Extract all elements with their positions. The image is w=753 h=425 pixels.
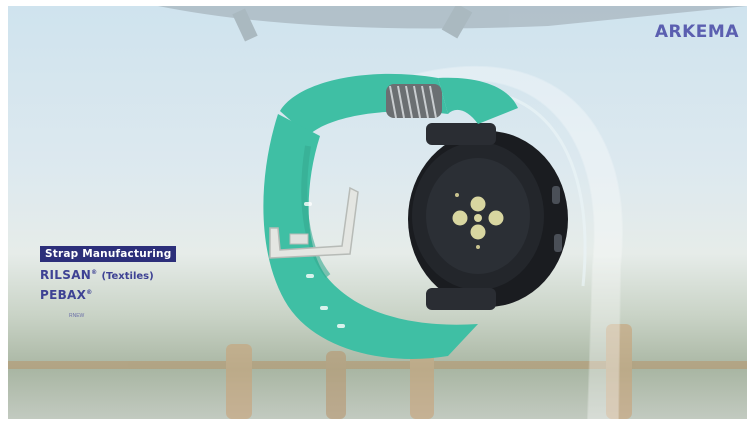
- pebax-logo: PEBAX®: [40, 288, 93, 302]
- product-scene: ARKEMA Strap Manufacturing RILSAN® (Text…: [8, 6, 747, 419]
- strap-manufacturing-tag: Strap Manufacturing: [40, 246, 177, 262]
- pebax-sub: RNEW: [69, 313, 85, 319]
- rilsan-note: (Textiles): [101, 271, 154, 282]
- scene-illustration: [8, 6, 747, 419]
- smartwatch: [408, 123, 568, 310]
- rilsan-line: RILSAN® (Textiles): [40, 268, 176, 282]
- video-frame: ARKEMA Strap Manufacturing RILSAN® (Text…: [0, 0, 753, 425]
- rilsan-logo: RILSAN®: [40, 268, 98, 282]
- pebax-line: PEBAX®: [40, 288, 176, 302]
- arkema-logo: ARKEMA: [654, 22, 739, 42]
- coil-spring: [386, 84, 442, 119]
- material-callout: Strap Manufacturing RILSAN® (Textiles) P…: [40, 244, 177, 319]
